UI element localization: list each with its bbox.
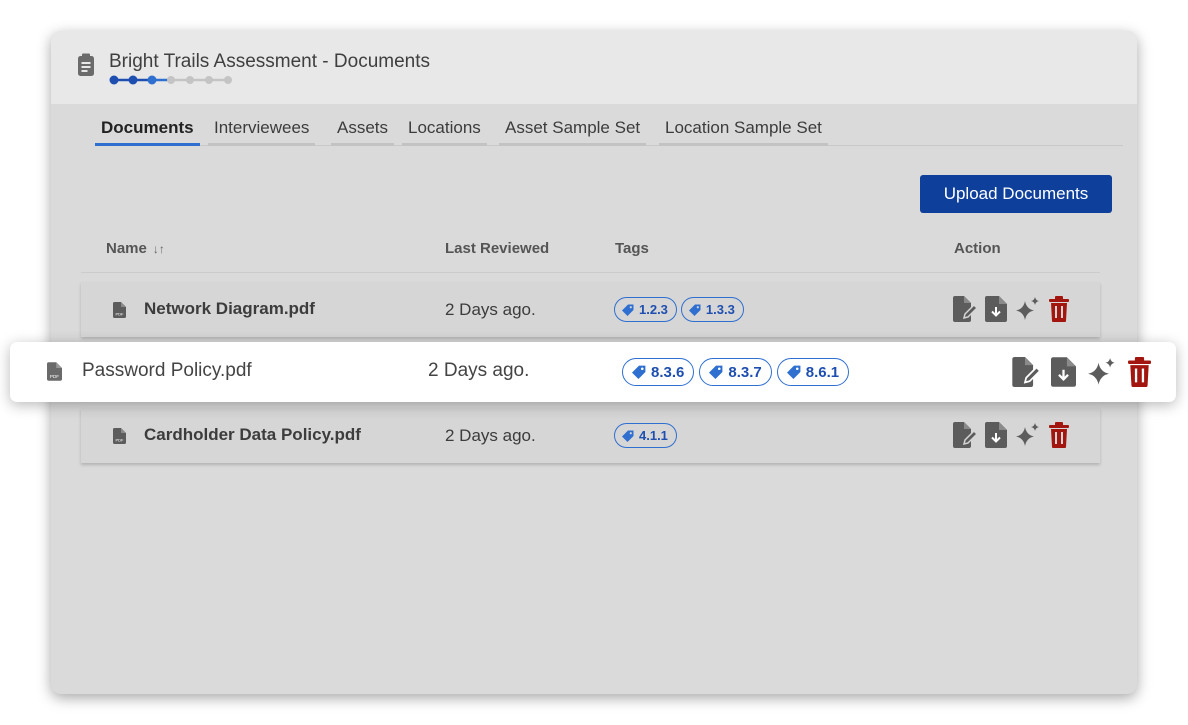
table-row[interactable]: PDF Network Diagram.pdf 2 Days ago. 1.2.… <box>81 282 1100 337</box>
delete-trash-icon[interactable] <box>1128 357 1151 387</box>
ai-sparkle-icon[interactable] <box>1015 296 1041 322</box>
sign-document-icon[interactable] <box>951 422 979 448</box>
sort-icon[interactable]: ↓↑ <box>153 242 165 256</box>
clipboard-document-icon <box>77 53 95 82</box>
tag-chip[interactable]: 8.3.6 <box>622 358 695 386</box>
delete-trash-icon[interactable] <box>1049 296 1069 322</box>
pdf-file-icon: PDF <box>47 362 62 386</box>
sign-document-icon[interactable] <box>1010 357 1042 387</box>
tag-chip[interactable]: 1.2.3 <box>614 297 677 322</box>
column-header-last-reviewed: Last Reviewed <box>445 240 550 257</box>
progress-step-complete <box>147 75 157 85</box>
download-document-icon[interactable] <box>985 296 1007 322</box>
tag-list: 1.2.3 1.3.3 <box>614 297 744 322</box>
tag-chip[interactable]: 1.3.3 <box>680 297 744 322</box>
column-header-tags: Tags <box>615 240 649 257</box>
panel-header: Bright Trails Assessment - Documents <box>51 31 1137 104</box>
pdf-file-icon: PDF <box>113 302 126 323</box>
tag-chip[interactable]: 8.3.7 <box>699 358 772 386</box>
progress-step-pending <box>186 76 194 84</box>
delete-trash-icon[interactable] <box>1049 422 1069 448</box>
tab-location-sample-set[interactable]: Location Sample Set <box>659 117 828 146</box>
svg-text:PDF: PDF <box>116 438 125 443</box>
page-title: Bright Trails Assessment - Documents <box>109 51 430 72</box>
tab-locations[interactable]: Locations <box>402 117 487 146</box>
ai-sparkle-icon[interactable] <box>1087 357 1117 387</box>
progress-step-pending <box>167 76 175 84</box>
download-document-icon[interactable] <box>1051 357 1076 387</box>
tab-interviewees[interactable]: Interviewees <box>208 117 316 146</box>
pdf-file-icon: PDF <box>113 428 126 449</box>
table-row[interactable]: PDF Cardholder Data Policy.pdf 2 Days ag… <box>81 408 1100 463</box>
tab-documents[interactable]: Documents <box>95 117 200 146</box>
tag-icon <box>622 430 634 442</box>
ai-sparkle-icon[interactable] <box>1015 422 1041 448</box>
tag-icon <box>632 365 646 379</box>
last-reviewed: 2 Days ago. <box>445 426 536 445</box>
progress-stepper <box>109 75 232 85</box>
document-name: Network Diagram.pdf <box>144 299 315 318</box>
tag-icon <box>786 365 801 379</box>
tag-icon <box>709 365 723 379</box>
tag-icon <box>688 304 701 316</box>
progress-step-pending <box>205 76 213 84</box>
upload-documents-button[interactable]: Upload Documents <box>920 175 1112 213</box>
progress-step-pending <box>224 76 232 84</box>
download-document-icon[interactable] <box>985 422 1007 448</box>
tag-icon <box>622 304 634 316</box>
svg-text:PDF: PDF <box>116 312 125 317</box>
tag-chip[interactable]: 8.6.1 <box>776 358 850 386</box>
row-actions <box>951 422 1069 448</box>
last-reviewed: 2 Days ago. <box>445 300 536 319</box>
column-header-name[interactable]: Name ↓↑ <box>106 240 165 257</box>
column-header-action: Action <box>954 240 1001 257</box>
tag-chip[interactable]: 4.1.1 <box>614 423 677 448</box>
progress-step-complete <box>128 75 138 85</box>
tab-bar: Documents Interviewees Assets Locations … <box>95 117 1123 146</box>
tab-assets[interactable]: Assets <box>331 117 395 146</box>
tag-list: 4.1.1 <box>614 423 677 448</box>
document-name: Cardholder Data Policy.pdf <box>144 425 361 444</box>
document-name: Password Policy.pdf <box>82 360 252 381</box>
tab-asset-sample-set[interactable]: Asset Sample Set <box>499 117 647 146</box>
dragging-table-row[interactable]: PDF Password Policy.pdf 2 Days ago. 8.3.… <box>10 342 1176 402</box>
progress-step-complete <box>109 75 119 85</box>
last-reviewed: 2 Days ago. <box>428 360 530 381</box>
svg-text:PDF: PDF <box>50 374 59 379</box>
row-actions <box>951 296 1069 322</box>
tag-list: 8.3.6 8.3.7 8.6.1 <box>622 358 850 386</box>
sign-document-icon[interactable] <box>951 296 979 322</box>
header-divider <box>81 272 1100 273</box>
row-actions <box>1010 357 1151 387</box>
